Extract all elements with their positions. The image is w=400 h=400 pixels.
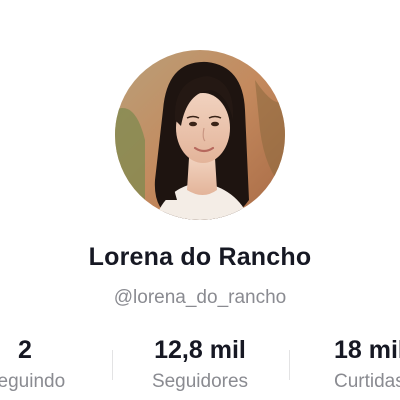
profile-header: Lorena do Rancho @lorena_do_rancho 2 Seg… — [0, 0, 400, 400]
profile-avatar[interactable] — [115, 50, 285, 220]
stat-divider — [112, 350, 113, 380]
profile-username: @lorena_do_rancho — [113, 287, 287, 308]
followers-count: 12,8 mil — [154, 336, 246, 364]
likes-stat[interactable]: 18 mil Curtidas — [290, 336, 400, 393]
following-stat[interactable]: 2 Seguindo — [0, 336, 110, 393]
followers-stat[interactable]: 12,8 mil Seguidores — [115, 336, 285, 393]
profile-display-name: Lorena do Rancho — [88, 243, 312, 271]
followers-label: Seguidores — [151, 371, 249, 392]
avatar-photo — [115, 50, 285, 220]
following-label: Seguindo — [0, 371, 66, 392]
following-count: 2 — [18, 336, 32, 364]
likes-count: 18 mil — [334, 336, 400, 364]
likes-label: Curtidas — [334, 371, 400, 392]
